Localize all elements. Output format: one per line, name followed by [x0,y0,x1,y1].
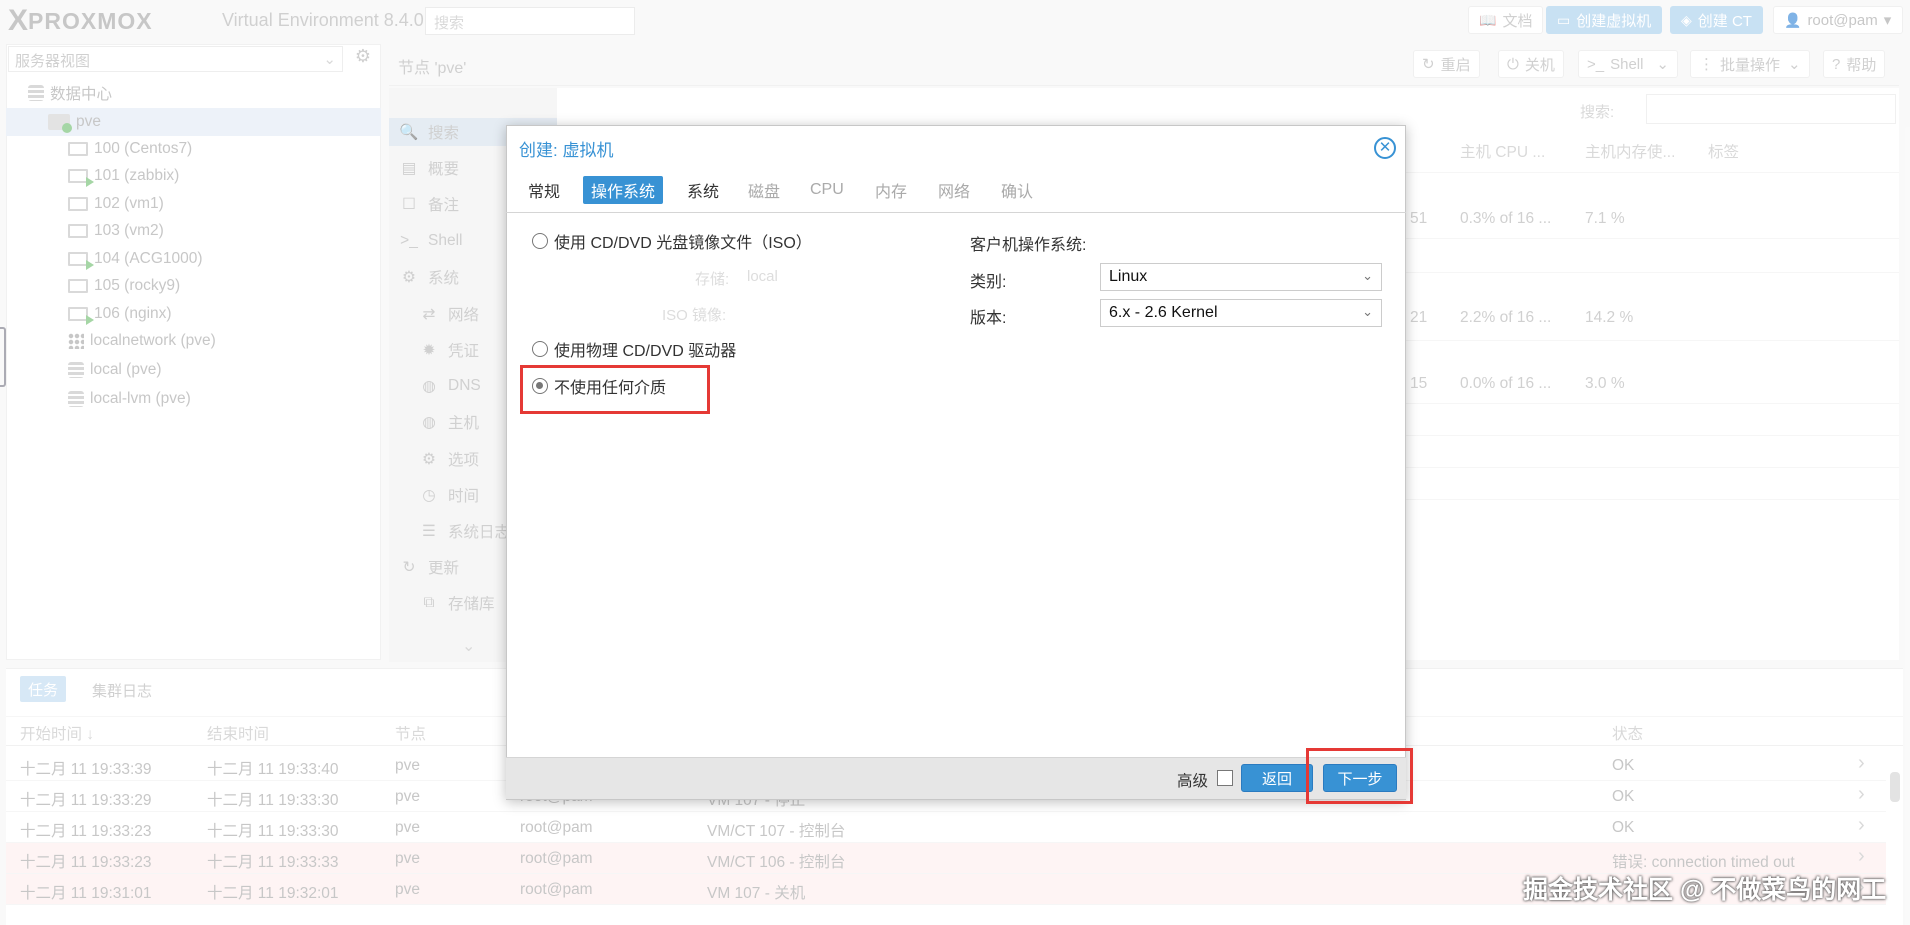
highlight-box-no-media [520,365,710,414]
os-type-select[interactable]: Linux ⌄ [1100,263,1382,291]
tab-memory[interactable]: 内存 [867,176,915,204]
tab-cpu[interactable]: CPU [802,176,852,204]
watermark: 掘金技术社区 @ 不做菜鸟的网工 [1523,876,1887,904]
tab-general[interactable]: 常规 [520,176,568,204]
radio-physical-drive[interactable]: 使用物理 CD/DVD 驱动器 [532,336,736,362]
advanced-label: 高级 [1177,773,1209,790]
radio-button[interactable] [532,233,548,249]
tab-os[interactable]: 操作系统 [583,176,664,204]
chevron-down-icon: ⌄ [1362,268,1373,283]
tab-network[interactable]: 网络 [930,176,978,204]
iso-image-label-disabled: ISO 镜像: [662,307,727,324]
create-vm-dialog [506,125,1406,800]
radio-use-iso[interactable]: 使用 CD/DVD 光盘镜像文件（ISO） [532,228,812,254]
tab-disks[interactable]: 磁盘 [740,176,788,204]
radio-button[interactable] [532,341,548,357]
back-button[interactable]: 返回 [1241,764,1313,792]
close-icon[interactable]: ✕ [1374,137,1396,159]
storage-value-disabled: local [747,268,778,285]
highlight-box-next [1306,748,1413,804]
dialog-title: 创建: 虚拟机 [519,141,614,160]
storage-label-disabled: 存储: [695,271,730,288]
advanced-checkbox[interactable] [1217,770,1233,786]
tab-divider [506,212,1406,213]
os-version-label: 版本: [970,310,1007,327]
os-version-select[interactable]: 6.x - 2.6 Kernel ⌄ [1100,299,1382,327]
tab-system[interactable]: 系统 [679,176,727,204]
os-type-label: 类别: [970,274,1007,291]
tab-confirm[interactable]: 确认 [993,176,1041,204]
guest-os-heading: 客户机操作系统: [970,237,1087,254]
chevron-down-icon: ⌄ [1362,304,1373,319]
